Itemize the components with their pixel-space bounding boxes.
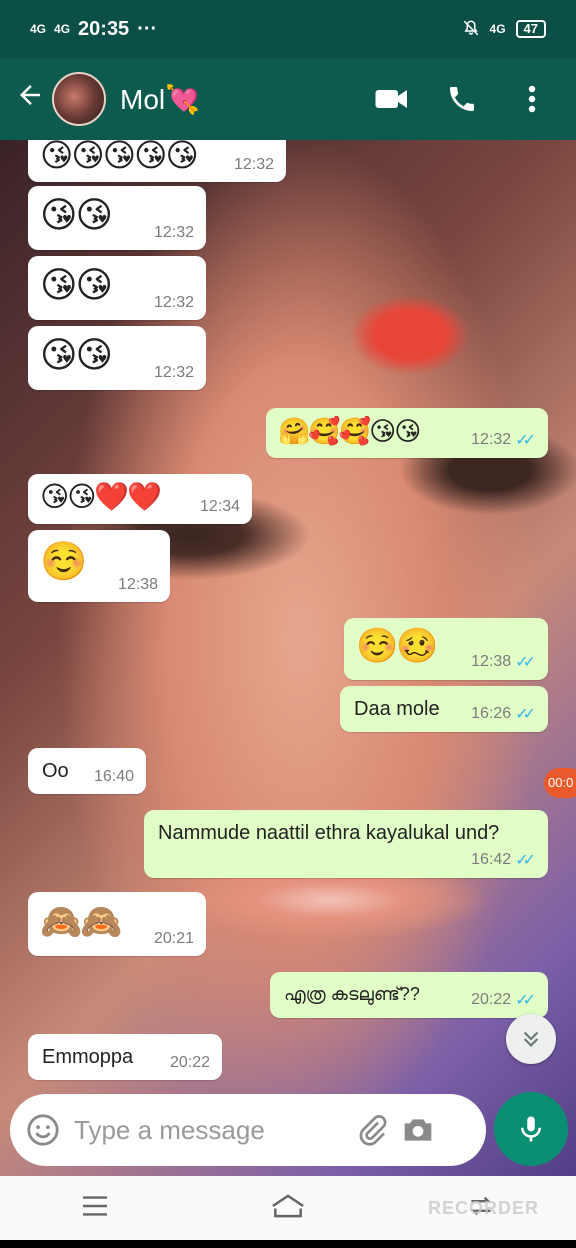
message-time: 12:32: [153, 294, 194, 311]
message-input[interactable]: [74, 1114, 344, 1146]
message-bubble[interactable]: ☺️🥴 12:38 ✓✓: [344, 618, 548, 680]
message-bubble[interactable]: 🤗🥰🥰😘😘 12:32 ✓✓: [266, 408, 548, 458]
status-more: ···: [137, 17, 158, 40]
message-emoji: ☺️: [40, 541, 87, 583]
message-emoji: 😘😘😘😘😘: [40, 140, 199, 173]
double-chevron-down-icon: [523, 1031, 539, 1047]
status-right: 4G 47: [462, 19, 546, 40]
message-text: Nammude naattil ethra kayalukal und?: [158, 822, 500, 844]
message-time: 12:32: [153, 364, 194, 381]
video-call-icon[interactable]: [374, 81, 410, 117]
message-time-text: 16:42: [471, 851, 512, 868]
message-bubble[interactable]: 😘😘 12:32: [28, 186, 206, 250]
message-time-text: 20:22: [471, 991, 512, 1008]
read-receipt-icon: ✓✓: [515, 432, 536, 449]
status-left: 4G 4G 20:35 ···: [30, 18, 157, 41]
message-time: 12:38 ✓✓: [471, 652, 536, 672]
back-arrow-icon[interactable]: [8, 80, 52, 118]
message-bubble[interactable]: Emmoppa 20:22: [28, 1034, 222, 1080]
message-time: 16:42 ✓✓: [471, 850, 536, 870]
message-emoji: 😘😘❤️❤️: [40, 481, 162, 512]
message-time-text: 16:26: [471, 705, 512, 722]
mic-icon: [521, 1116, 541, 1142]
message-time: 20:22: [169, 1054, 210, 1071]
message-bubble[interactable]: Nammude naattil ethra kayalukal und? 16:…: [144, 810, 548, 878]
message-bubble[interactable]: 😘😘❤️❤️ 12:34: [28, 474, 252, 524]
mic-button[interactable]: [494, 1092, 568, 1166]
clock: 20:35: [78, 17, 130, 40]
message-time: 12:38: [117, 576, 158, 593]
message-composer: [10, 1094, 486, 1166]
message-bubble[interactable]: ☺️ 12:38: [28, 530, 170, 602]
read-receipt-icon: ✓✓: [515, 852, 536, 869]
message-text: Daa mole: [354, 698, 440, 720]
message-emoji: 😘😘: [40, 334, 113, 375]
camera-icon[interactable]: [400, 1112, 436, 1148]
message-bubble[interactable]: 😘😘 12:32: [28, 326, 206, 390]
scroll-down-button[interactable]: [506, 1014, 556, 1064]
message-bubble[interactable]: 😘😘 12:32: [28, 256, 206, 320]
contact-name[interactable]: Mol💘: [120, 83, 374, 116]
message-time: 12:32: [153, 224, 194, 241]
message-time: 16:40: [93, 768, 134, 785]
message-time: 12:32: [233, 156, 274, 173]
message-time-text: 12:38: [471, 653, 512, 670]
header-actions: [374, 81, 550, 117]
attach-icon[interactable]: [354, 1112, 390, 1148]
network-indicator: 4G: [30, 22, 47, 36]
message-bubble[interactable]: 😘😘😘😘😘 12:32: [28, 140, 286, 182]
more-options-icon[interactable]: [514, 81, 550, 117]
voice-call-icon[interactable]: [444, 81, 480, 117]
avatar[interactable]: [52, 72, 106, 126]
chat-area[interactable]: 😘😘😘😘😘 12:32 😘😘 12:32 😘😘 12:32 😘😘 12:32 🤗…: [0, 140, 576, 1176]
network-indicator-right: 4G: [489, 22, 506, 36]
message-time-text: 12:32: [471, 431, 512, 448]
read-receipt-icon: ✓✓: [515, 654, 536, 671]
message-text: Emmoppa: [42, 1046, 134, 1068]
message-bubble[interactable]: Oo 16:40: [28, 748, 146, 794]
message-emoji: 🙈🙈: [40, 903, 123, 941]
mute-icon: [462, 19, 480, 40]
message-time: 16:26 ✓✓: [471, 704, 536, 724]
emoji-icon[interactable]: [26, 1113, 60, 1147]
message-emoji: ☺️🥴: [356, 627, 439, 665]
recorder-watermark: RECORDER: [428, 1198, 540, 1218]
side-timer-badge: 00:0: [544, 768, 576, 798]
message-time: 12:34: [199, 498, 240, 515]
home-icon[interactable]: [269, 1193, 307, 1224]
menu-icon[interactable]: [80, 1194, 110, 1223]
message-time: 20:21: [153, 930, 194, 947]
battery-indicator: 47: [515, 20, 546, 38]
message-emoji: 😘😘: [40, 194, 113, 235]
read-receipt-icon: ✓✓: [515, 706, 536, 723]
message-text: എത്ര കടലുണ്ട്??: [284, 984, 420, 1004]
network-indicator-2: 4G: [54, 22, 71, 36]
bottom-edge: [0, 1240, 576, 1248]
message-emoji: 🤗🥰🥰😘😘: [278, 416, 421, 446]
status-bar: 4G 4G 20:35 ··· 4G 47: [0, 0, 576, 58]
chat-header: Mol💘: [0, 58, 576, 140]
read-receipt-icon: ✓✓: [515, 992, 536, 1009]
message-bubble[interactable]: എത്ര കടലുണ്ട്?? 20:22 ✓✓: [270, 972, 548, 1018]
message-time: 12:32 ✓✓: [471, 430, 536, 450]
message-text: Oo: [42, 760, 69, 782]
message-bubble[interactable]: 🙈🙈 20:21: [28, 892, 206, 956]
message-emoji: 😘😘: [40, 264, 113, 305]
message-bubble[interactable]: Daa mole 16:26 ✓✓: [340, 686, 548, 732]
message-time: 20:22 ✓✓: [471, 990, 536, 1010]
